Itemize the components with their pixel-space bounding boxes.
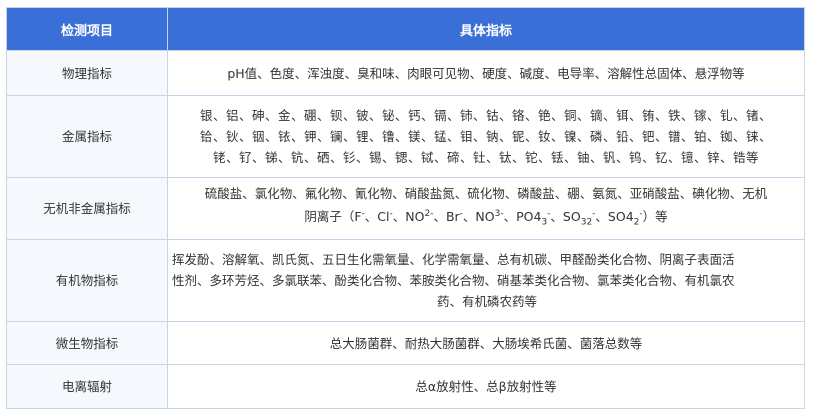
metal-items-line-2: 铪、钬、铟、铱、钾、镧、锂、镥、镁、锰、钼、钠、铌、钕、镍、磷、铅、钯、镨、铂、… bbox=[199, 129, 772, 144]
category-ionizing-radiation: 电离辐射 bbox=[6, 364, 168, 409]
anion-suffix: ）等 bbox=[642, 209, 668, 225]
table-row: 电离辐射 总α放射性、总β放射性等 bbox=[6, 364, 805, 409]
category-organic: 有机物指标 bbox=[6, 239, 168, 322]
indicator-table: 检测项目 具体指标 物理指标 pH值、色度、浑浊度、臭和味、肉眼可见物、硬度、碱… bbox=[6, 7, 805, 409]
subscript-digit: 2 bbox=[633, 217, 640, 228]
physical-items: pH值、色度、浑浊度、臭和味、肉眼可见物、硬度、碱度、电导率、溶解性总固体、悬浮… bbox=[167, 50, 805, 96]
organic-items: 挥发酚、溶解氧、凯氏氮、五日生化需氧量、化学需氧量、总有机碳、甲醛酚类化合物、阴… bbox=[167, 239, 805, 322]
radiation-items: 总α放射性、总β放射性等 bbox=[167, 364, 805, 409]
category-inorganic-nonmetal: 无机非金属指标 bbox=[6, 177, 168, 240]
inorganic-items: 硫酸盐、氯化物、氟化物、氰化物、硝酸盐氮、硫化物、磷酸盐、硼、氨氮、亚硝酸盐、碘… bbox=[167, 177, 805, 240]
metal-items-line-1: 银、铝、砷、金、硼、钡、铍、铋、钙、镉、铈、钴、铬、铯、铜、镝、铒、铕、铁、镓、… bbox=[199, 108, 772, 123]
anion-prefix: 阴离子（F bbox=[304, 209, 362, 225]
anion-so4: 、SO4 bbox=[595, 209, 634, 225]
table-row: 金属指标 银、铝、砷、金、硼、钡、铍、铋、钙、镉、铈、钴、铬、铯、铜、镝、铒、铕… bbox=[6, 95, 805, 178]
anion-no2: 、NO bbox=[392, 209, 425, 225]
table-row: 有机物指标 挥发酚、溶解氧、凯氏氮、五日生化需氧量、化学需氧量、总有机碳、甲醛酚… bbox=[6, 239, 805, 322]
anion-br: 、Br bbox=[433, 209, 460, 225]
subscript-digit: 3 bbox=[541, 217, 548, 228]
organic-items-line-2: 性剂、多环芳烃、多氯联苯、酚类化合物、苯胺类化合物、硝基苯类化合物、氯苯类化合物… bbox=[172, 273, 735, 288]
anion-no3: 、NO bbox=[462, 209, 495, 225]
anion-so3: 、SO bbox=[550, 209, 581, 225]
category-metal: 金属指标 bbox=[6, 95, 168, 178]
table-row: 微生物指标 总大肠菌群、耐热大肠菌群、大肠埃希氏菌、菌落总数等 bbox=[6, 321, 805, 365]
organic-items-line-1: 挥发酚、溶解氧、凯氏氮、五日生化需氧量、化学需氧量、总有机碳、甲醛酚类化合物、阴… bbox=[172, 252, 735, 267]
header-test-item: 检测项目 bbox=[6, 7, 168, 51]
metal-items: 银、铝、砷、金、硼、钡、铍、铋、钙、镉、铈、钴、铬、铯、铜、镝、铒、铕、铁、镓、… bbox=[167, 95, 805, 178]
inorganic-items-line-2: 阴离子（F-、Cl-、NO2-、Br-、NO3-、PO43-、SO32-、SO4… bbox=[172, 204, 800, 234]
inorganic-items-line-1: 硫酸盐、氯化物、氟化物、氰化物、硝酸盐氮、硫化物、磷酸盐、硼、氨氮、亚硝酸盐、碘… bbox=[204, 186, 768, 202]
category-physical: 物理指标 bbox=[6, 50, 168, 96]
subscript-digit: 2 bbox=[586, 217, 593, 228]
table-row: 物理指标 pH值、色度、浑浊度、臭和味、肉眼可见物、硬度、碱度、电导率、溶解性总… bbox=[6, 50, 805, 96]
anion-po4: 、PO4 bbox=[503, 209, 542, 225]
table-row: 无机非金属指标 硫酸盐、氯化物、氟化物、氰化物、硝酸盐氮、硫化物、磷酸盐、硼、氨… bbox=[6, 177, 805, 240]
category-microbial: 微生物指标 bbox=[6, 321, 168, 365]
organic-items-line-3: 药、有机磷农药等 bbox=[436, 294, 537, 309]
anion-cl: 、Cl bbox=[364, 209, 390, 225]
header-specific-indicators: 具体指标 bbox=[167, 7, 805, 51]
microbial-items: 总大肠菌群、耐热大肠菌群、大肠埃希氏菌、菌落总数等 bbox=[167, 321, 805, 365]
indicator-table-container: 检测项目 具体指标 物理指标 pH值、色度、浑浊度、臭和味、肉眼可见物、硬度、碱… bbox=[6, 7, 805, 409]
table-header-row: 检测项目 具体指标 bbox=[6, 7, 805, 51]
metal-items-line-3: 铑、钌、锑、钪、硒、钐、锡、锶、铽、碲、钍、钛、铊、铥、铀、钒、钨、钇、镱、锌、… bbox=[212, 150, 759, 165]
